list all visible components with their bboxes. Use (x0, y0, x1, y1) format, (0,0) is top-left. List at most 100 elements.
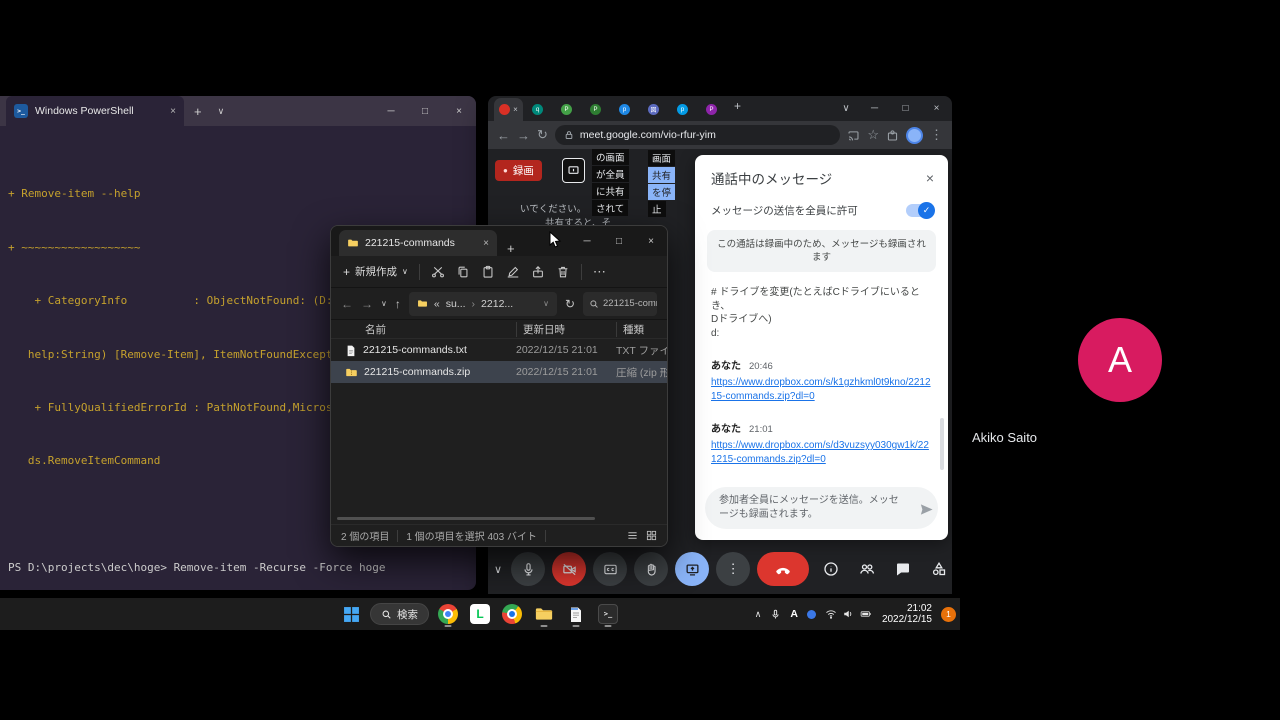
new-terminal-tab-button[interactable]: + (184, 104, 212, 119)
more-options-button[interactable]: ⋮ (716, 552, 750, 586)
new-explorer-tab-button[interactable]: + (497, 241, 525, 256)
browser-tab[interactable]: p × (668, 98, 697, 121)
share-icon[interactable] (531, 265, 545, 279)
file-row[interactable]: 221215-commands.txt 2022/12/15 21:01 TXT… (331, 339, 667, 361)
leave-call-button[interactable] (757, 552, 809, 586)
notepad-taskbar-icon[interactable] (563, 601, 589, 627)
mic-button[interactable] (511, 552, 545, 586)
allow-messages-toggle[interactable]: ✓ (906, 204, 934, 217)
start-button[interactable] (338, 601, 364, 627)
paste-icon[interactable] (481, 265, 495, 279)
up-icon[interactable]: ↑ (395, 297, 401, 311)
close-button[interactable]: × (635, 226, 667, 256)
extensions-icon[interactable] (886, 129, 899, 142)
activities-icon[interactable] (931, 561, 947, 577)
refresh-icon[interactable]: ↻ (565, 297, 575, 311)
column-modified[interactable]: 更新日時 (516, 322, 616, 337)
cast-icon[interactable] (847, 129, 860, 142)
new-item-button[interactable]: + 新規作成 ∨ (343, 264, 408, 279)
powershell-icon: >_ (14, 104, 28, 118)
close-button[interactable]: × (921, 96, 952, 121)
bookmark-star-icon[interactable]: ☆ (867, 127, 879, 143)
tray-mic-icon[interactable] (770, 609, 781, 620)
lock-icon (564, 130, 574, 140)
chat-panel-title: 通話中のメッセージ (711, 168, 832, 188)
column-name[interactable]: 名前 (345, 322, 516, 337)
terminal-tab[interactable]: >_ Windows PowerShell × (6, 96, 184, 126)
minimize-button[interactable]: ─ (571, 226, 603, 256)
tray-expand-icon[interactable]: ∧ (755, 609, 762, 620)
send-icon[interactable] (919, 502, 934, 517)
browser-tab[interactable]: q × (523, 98, 552, 121)
forward-icon[interactable]: → (361, 297, 373, 311)
refresh-icon[interactable]: ↻ (537, 127, 548, 143)
captions-button[interactable] (593, 552, 627, 586)
network-volume-battery[interactable] (825, 608, 873, 620)
column-type[interactable]: 種類 (616, 322, 667, 337)
ime-indicator[interactable]: A (790, 608, 798, 620)
browser-tab[interactable]: P × (697, 98, 726, 121)
taskbar-search[interactable]: 検索 (370, 603, 429, 625)
tray-status-dot[interactable] (807, 610, 816, 619)
raise-hand-button[interactable] (634, 552, 668, 586)
dropbox-link[interactable]: https://www.dropbox.com/s/k1gzhkml0t9kno… (711, 376, 932, 403)
maximize-button[interactable]: □ (603, 226, 635, 256)
tab-close-icon[interactable]: × (513, 105, 518, 114)
taskbar-clock[interactable]: 21:02 2022/12/15 (882, 603, 932, 626)
delete-icon[interactable] (556, 265, 570, 279)
terminal-tab-dropdown-icon[interactable]: ∨ (212, 106, 231, 117)
people-icon[interactable] (859, 561, 875, 577)
chat-icon[interactable] (895, 561, 911, 577)
more-commands-icon[interactable]: ⋯ (593, 264, 606, 280)
large-icons-view-icon[interactable] (646, 530, 657, 541)
file-row-selected[interactable]: 221215-commands.zip 2022/12/15 21:01 圧縮 … (331, 361, 667, 383)
browser-tab[interactable]: × (494, 98, 523, 121)
chat-scrollbar[interactable] (940, 418, 944, 470)
browser-tab[interactable]: p × (610, 98, 639, 121)
chrome-taskbar-icon[interactable] (435, 601, 461, 627)
horizontal-scrollbar[interactable] (337, 517, 595, 520)
present-stop-icon[interactable] (562, 158, 585, 183)
browser-app-icon[interactable] (499, 601, 525, 627)
notification-badge[interactable]: 1 (941, 607, 956, 622)
present-button[interactable] (675, 552, 709, 586)
explorer-tab[interactable]: 221215-commands × (339, 230, 497, 256)
back-icon[interactable]: ← (497, 128, 510, 143)
stop-sharing-button-fragment[interactable]: 画面 共有 を停 止 (648, 150, 675, 218)
details-view-icon[interactable] (627, 530, 638, 541)
browser-tab[interactable]: P × (552, 98, 581, 121)
breadcrumb[interactable]: « su... › 2212... ∨ (409, 292, 557, 316)
file-explorer-taskbar-icon[interactable] (531, 601, 557, 627)
profile-avatar[interactable] (906, 127, 923, 144)
tab-favicon (499, 104, 510, 115)
maximize-button[interactable]: □ (408, 96, 442, 126)
browser-menu-icon[interactable]: ⋮ (930, 127, 943, 143)
minimize-button[interactable]: ─ (859, 96, 890, 121)
chat-close-icon[interactable]: × (926, 170, 934, 186)
explorer-search-box[interactable]: 221215-comm (583, 292, 657, 316)
dropbox-link[interactable]: https://www.dropbox.com/s/d3vuzsyy030gw1… (711, 439, 932, 466)
new-tab-button[interactable]: + (726, 99, 749, 117)
forward-icon[interactable]: → (517, 128, 530, 143)
tab-close-icon[interactable]: × (170, 106, 176, 117)
maximize-button[interactable]: □ (890, 96, 921, 121)
meeting-details-icon[interactable] (823, 561, 839, 577)
terminal-taskbar-icon[interactable]: >_ (595, 601, 621, 627)
rename-icon[interactable] (506, 265, 520, 279)
copy-icon[interactable] (456, 265, 470, 279)
address-bar[interactable]: meet.google.com/vio-rfur-yim (555, 125, 840, 145)
recent-locations-icon[interactable]: ∨ (381, 299, 387, 308)
search-icon (381, 609, 392, 620)
close-button[interactable]: × (442, 96, 476, 126)
camera-off-button[interactable] (552, 552, 586, 586)
back-icon[interactable]: ← (341, 297, 353, 311)
chat-input[interactable]: 参加者全員にメッセージを送信。メッセージも録画されます。 (705, 487, 938, 529)
line-app-icon[interactable]: L (467, 601, 493, 627)
collapse-toolbar-icon[interactable]: ∨ (492, 563, 504, 576)
browser-tab[interactable]: P × (581, 98, 610, 121)
tab-search-icon[interactable]: ∨ (833, 96, 859, 121)
browser-tab[interactable]: 図 × (639, 98, 668, 121)
tab-close-icon[interactable]: × (483, 238, 489, 249)
cut-icon[interactable] (431, 265, 445, 279)
minimize-button[interactable]: ─ (374, 96, 408, 126)
